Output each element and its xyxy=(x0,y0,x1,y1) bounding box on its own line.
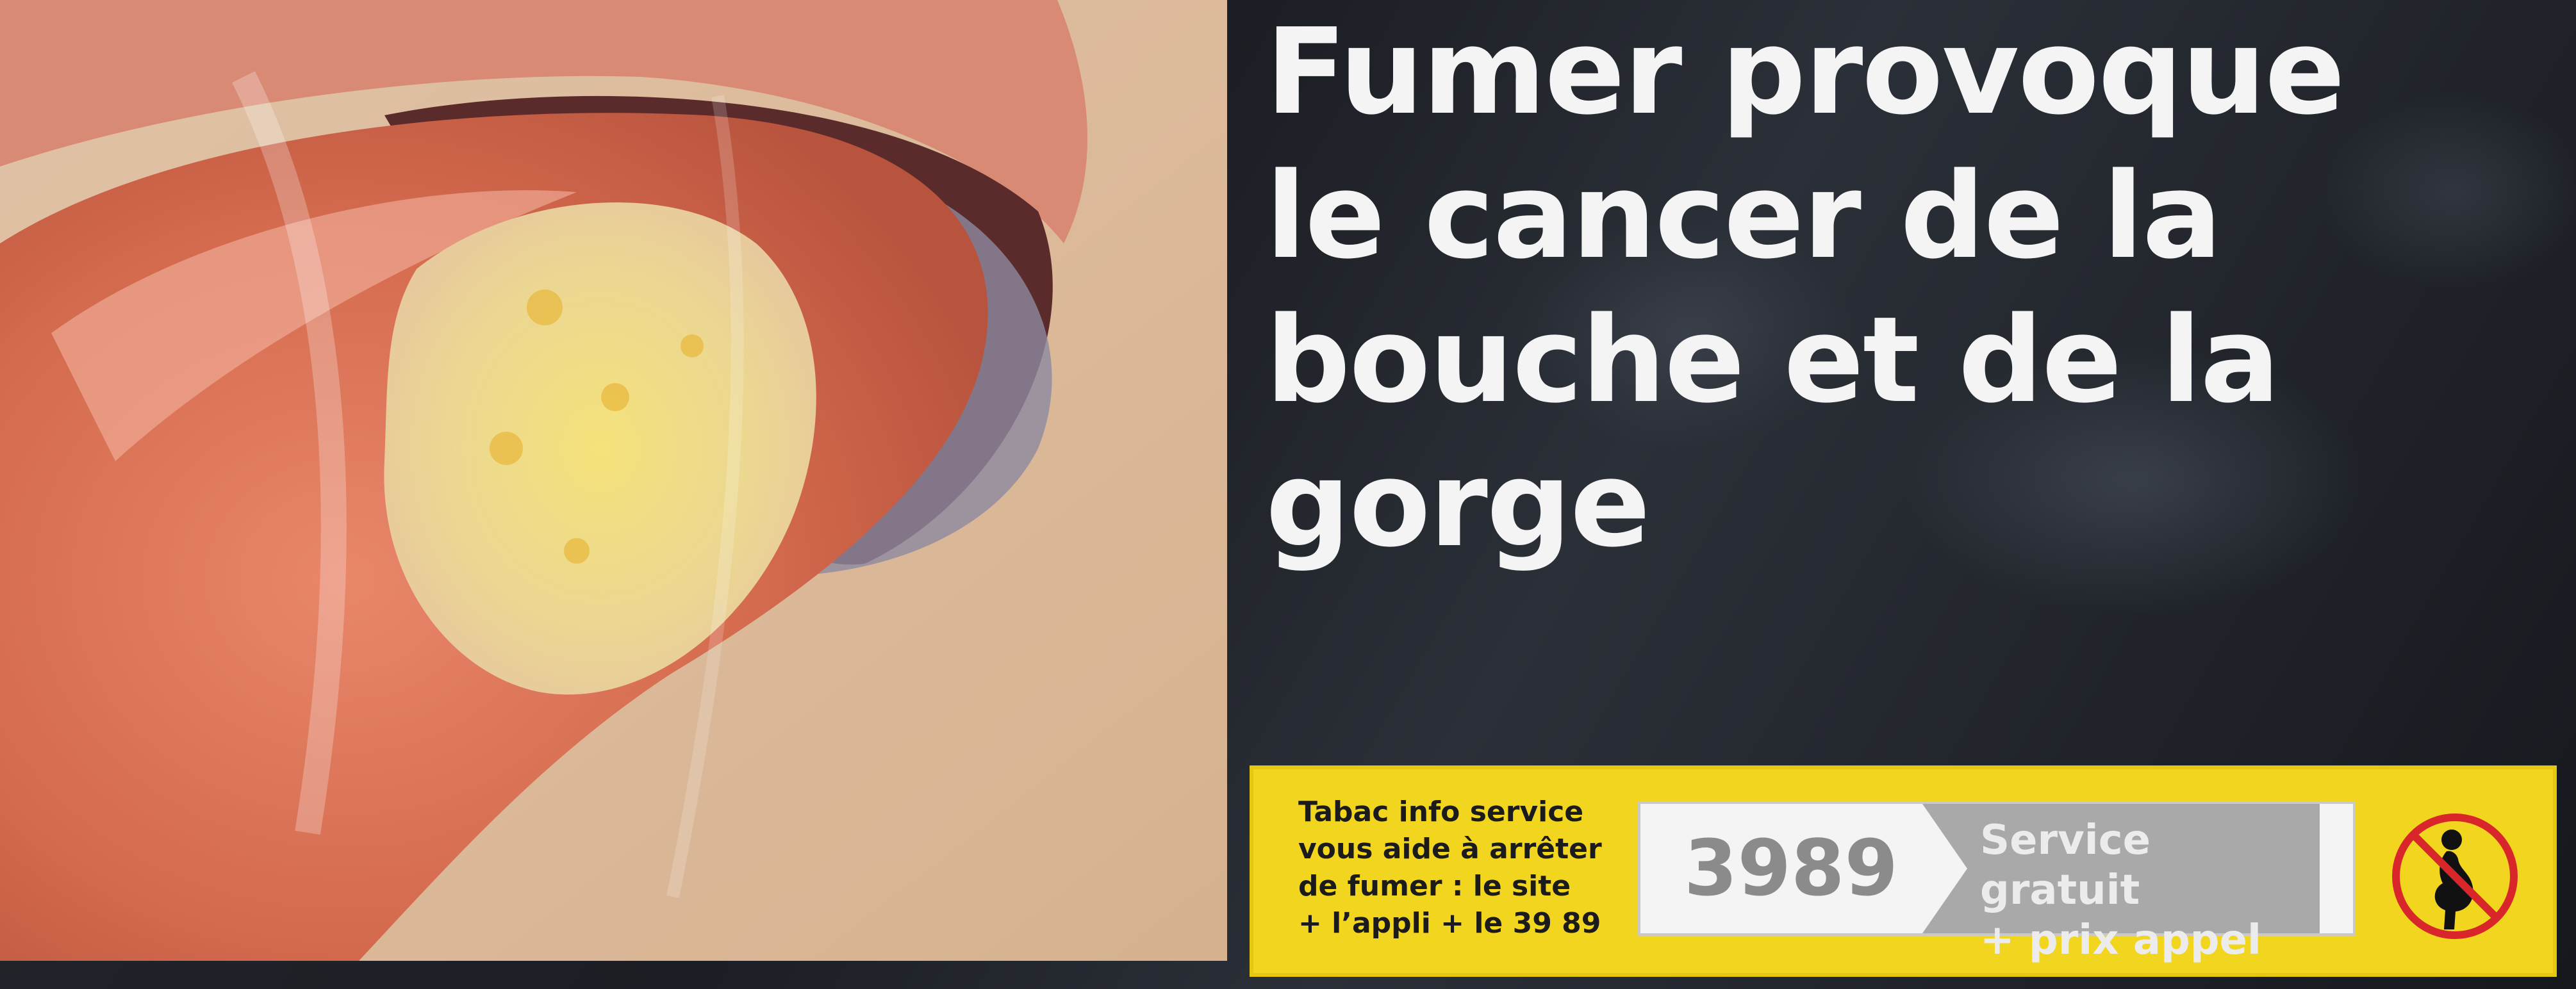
arrow-shape xyxy=(1922,804,1967,933)
no-pregnant-smoking-icon xyxy=(2388,809,2522,944)
health-warning-headline: Fumer provoque le cancer de la bouche et… xyxy=(1266,3,2345,573)
service-price-label: Service gratuit + prix appel xyxy=(1980,817,2261,964)
mouth-cancer-photo xyxy=(0,0,1227,961)
tabac-info-service-text: Tabac info service vous aide à arrêter d… xyxy=(1298,796,1602,940)
helpline-box: 3989 Service gratuit + prix appel xyxy=(1638,801,2356,964)
service-price-box: Service gratuit + prix appel xyxy=(1922,804,2320,964)
cigarette-pack-warning: Fumer provoque le cancer de la bouche et… xyxy=(0,0,2576,989)
helpline-number: 3989 xyxy=(1684,824,1898,913)
quit-smoking-info-band: Tabac info service vous aide à arrêter d… xyxy=(1250,765,2557,977)
